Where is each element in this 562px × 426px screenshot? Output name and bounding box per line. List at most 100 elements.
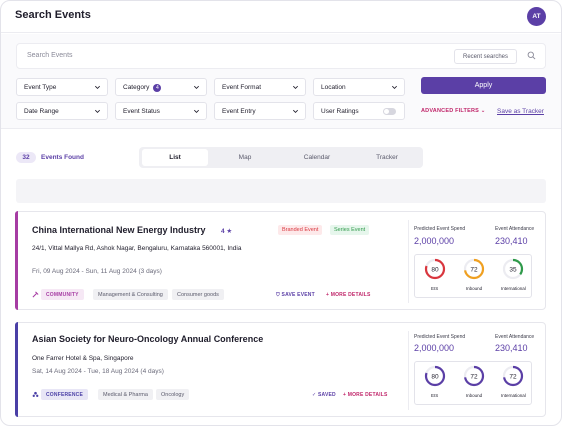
gauge-label: EIS xyxy=(431,286,439,291)
category-dropdown[interactable]: Category 4 xyxy=(115,78,207,96)
event-type-tag: COMMUNITY xyxy=(41,289,84,300)
user-ratings-toggle[interactable] xyxy=(383,108,396,115)
date-range-dropdown[interactable]: Date Range xyxy=(16,102,108,120)
saved-button[interactable]: ✓ SAVED xyxy=(312,392,336,398)
filter-panel: Search Events Recent searches Event Type… xyxy=(1,34,561,129)
view-tabs: List Map Calendar Tracker xyxy=(139,147,423,168)
tab-calendar[interactable]: Calendar xyxy=(282,149,352,166)
chevron-down-icon xyxy=(95,85,100,89)
spend-label: Predicted Event Spend xyxy=(414,334,466,340)
event-tag: Management & Consulting xyxy=(93,289,168,300)
save-as-tracker-link[interactable]: Save as Tracker xyxy=(497,108,544,115)
attendance-value: 230,410 xyxy=(495,236,528,246)
page-title: Search Events xyxy=(15,9,91,21)
event-dates: Fri, 09 Aug 2024 - Sun, 11 Aug 2024 (3 d… xyxy=(32,268,162,275)
more-details-button[interactable]: + MORE DETAILS xyxy=(326,292,371,298)
event-rating: 4 ★ xyxy=(221,228,233,235)
save-event-label: SAVE EVENT xyxy=(281,292,315,298)
gauge-value: 72 xyxy=(470,373,478,380)
results-label: Events Found xyxy=(41,154,84,161)
more-details-button[interactable]: + MORE DETAILS xyxy=(343,392,388,398)
gauge-value: 72 xyxy=(470,266,478,273)
event-format-dropdown[interactable]: Event Format xyxy=(214,78,306,96)
chevron-down-icon xyxy=(392,85,397,89)
score-gauge: 72 xyxy=(463,365,485,387)
score-gauge: 80 xyxy=(424,258,445,280)
gauge-label: Inbound xyxy=(465,286,483,291)
avatar[interactable]: AT xyxy=(527,7,546,26)
more-details-label: MORE DETAILS xyxy=(330,292,371,298)
event-format-label: Event Format xyxy=(222,84,262,91)
chevron-down-icon xyxy=(293,109,298,113)
category-label: Category 4 xyxy=(123,84,162,92)
user-ratings-filter: User Ratings xyxy=(313,102,405,120)
event-type-tag: CONFERENCE xyxy=(41,389,89,400)
saved-label: SAVED xyxy=(317,392,336,398)
event-status-dropdown[interactable]: Event Status xyxy=(115,102,207,120)
spend-value: 2,000,000 xyxy=(414,343,455,353)
event-entry-dropdown[interactable]: Event Entry xyxy=(214,102,306,120)
event-address: 24/1, Vittal Mallya Rd, Ashok Nagar, Ben… xyxy=(32,245,242,252)
gauge-value: 80 xyxy=(431,266,439,273)
advanced-filters-link[interactable]: ADVANCED FILTERS ⌄ xyxy=(421,108,486,114)
card-divider xyxy=(408,220,409,303)
attendance-label: Event Attendance xyxy=(495,334,535,340)
search-icon[interactable] xyxy=(527,51,536,60)
location-dropdown[interactable]: Location xyxy=(313,78,405,96)
branded-event-badge: Branded Event xyxy=(278,225,323,235)
attendance-value: 230,410 xyxy=(495,343,528,353)
results-count-badge: 32 xyxy=(16,152,36,163)
gauge-label: International xyxy=(500,393,526,398)
location-label: Location xyxy=(321,84,346,91)
event-tag: Oncology xyxy=(156,389,190,400)
score-gauge: 72 xyxy=(503,365,524,387)
event-tag: Medical & Pharma xyxy=(98,389,153,400)
event-status-label: Event Status xyxy=(123,108,160,115)
top-bar: Search Events AT xyxy=(1,1,561,33)
chevron-down-icon: ⌄ xyxy=(480,108,486,114)
attendance-label: Event Attendance xyxy=(495,226,535,232)
event-dates: Sat, 14 Aug 2024 - Tue, 18 Aug 2024 (4 d… xyxy=(32,368,164,375)
gauge-label: International xyxy=(500,286,526,291)
gauge-value: 72 xyxy=(510,373,518,380)
gauge-value: 35 xyxy=(510,266,518,273)
tab-tracker[interactable]: Tracker xyxy=(352,149,422,166)
event-card[interactable]: China International New Energy Industry … xyxy=(15,211,546,310)
score-gauge: 35 xyxy=(503,258,524,280)
chevron-down-icon xyxy=(194,85,199,89)
event-card[interactable]: Asian Society for Neuro-Oncology Annual … xyxy=(15,322,546,417)
more-details-label: MORE DETAILS xyxy=(347,392,388,398)
event-title[interactable]: Asian Society for Neuro-Oncology Annual … xyxy=(32,334,263,344)
gauge-label: EIS xyxy=(431,393,439,398)
gauge-value: 80 xyxy=(431,373,439,380)
community-icon xyxy=(32,291,39,298)
search-bar[interactable]: Search Events Recent searches xyxy=(16,43,546,69)
chevron-down-icon xyxy=(293,85,298,89)
event-address: One Farrer Hotel & Spa, Singapore xyxy=(32,355,134,362)
conference-icon xyxy=(32,391,39,397)
card-divider xyxy=(408,331,409,410)
tab-list[interactable]: List xyxy=(142,149,208,166)
date-range-label: Date Range xyxy=(24,108,59,115)
event-type-label: Event Type xyxy=(24,84,57,91)
tab-map[interactable]: Map xyxy=(212,149,278,166)
event-tag: Consumer goods xyxy=(172,289,224,300)
search-input[interactable]: Search Events xyxy=(27,52,73,59)
advanced-filters-label: ADVANCED FILTERS xyxy=(421,108,479,114)
chevron-down-icon xyxy=(194,109,199,113)
spend-label: Predicted Event Spend xyxy=(414,226,466,232)
score-gauges: 80 EIS 72 Inbound 72 International xyxy=(414,361,532,405)
user-ratings-label: User Ratings xyxy=(321,108,359,115)
spend-value: 2,000,000 xyxy=(414,236,455,246)
results-toolbar xyxy=(16,179,546,203)
apply-button[interactable]: Apply xyxy=(421,77,546,94)
event-title[interactable]: China International New Energy Industry xyxy=(32,225,206,235)
save-event-button[interactable]: ⛉ SAVE EVENT xyxy=(276,292,315,298)
score-gauges: 80 EIS 72 Inbound 35 International xyxy=(414,254,532,298)
category-text: Category xyxy=(123,84,150,91)
event-entry-label: Event Entry xyxy=(222,108,256,115)
event-type-dropdown[interactable]: Event Type xyxy=(16,78,108,96)
recent-searches-button[interactable]: Recent searches xyxy=(454,49,517,64)
score-gauge: 72 xyxy=(463,258,485,280)
chevron-down-icon xyxy=(95,109,100,113)
